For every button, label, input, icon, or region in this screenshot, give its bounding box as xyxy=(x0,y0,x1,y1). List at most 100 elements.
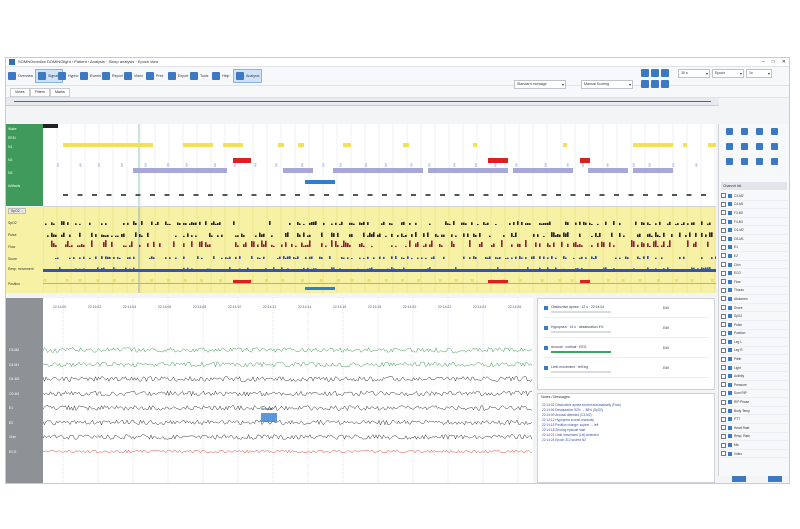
hypnogram-panel[interactable] xyxy=(43,124,716,207)
channel-checkbox[interactable] xyxy=(721,219,726,225)
search-icon[interactable] xyxy=(756,143,763,150)
channel-checkbox[interactable] xyxy=(721,399,726,405)
channel-list-item[interactable]: Sum RIP xyxy=(721,390,787,399)
channel-checkbox[interactable] xyxy=(721,201,726,207)
channel-checkbox[interactable] xyxy=(721,365,726,371)
channel-checkbox[interactable] xyxy=(721,244,726,250)
channel-list-item[interactable]: Mic xyxy=(721,441,787,450)
channel-list-item[interactable]: Abdomen xyxy=(721,295,787,304)
channel-checkbox[interactable] xyxy=(721,373,726,379)
channel-list-item[interactable]: C4-M1 xyxy=(721,201,787,210)
channel-list-item[interactable]: Resp. Rate xyxy=(721,433,787,442)
zoom-in-icon[interactable] xyxy=(641,80,649,88)
arrow-left-icon[interactable] xyxy=(741,128,748,135)
eeg-signal-panel[interactable]: 22:14:00 22:14:02 22:14:04 22:14:06 22:14:08… xyxy=(43,298,533,483)
channel-checkbox[interactable] xyxy=(721,416,726,422)
channel-list-item[interactable]: Pleth xyxy=(721,355,787,364)
channel-list-item[interactable]: Heart Rate xyxy=(721,424,787,433)
expand-button[interactable] xyxy=(768,476,782,482)
channel-checkbox[interactable] xyxy=(721,270,726,276)
channel-list-item[interactable]: Snore xyxy=(721,304,787,313)
channel-checkbox[interactable] xyxy=(721,390,726,396)
nav-prev-icon[interactable] xyxy=(651,69,659,77)
signal-selector-button[interactable]: SpO2 ... xyxy=(8,208,27,214)
scoring-dropdown[interactable]: Manual Scoring xyxy=(581,80,633,89)
channel-checkbox[interactable] xyxy=(721,193,726,199)
channel-checkbox[interactable] xyxy=(721,347,726,353)
channel-checkbox[interactable] xyxy=(721,279,726,285)
channel-checkbox[interactable] xyxy=(721,339,726,345)
toolbar-tools-button[interactable]: Tools xyxy=(190,70,208,82)
channel-list-item[interactable]: Marker xyxy=(721,458,787,460)
channel-list-item[interactable]: F3-M2 xyxy=(721,209,787,218)
export-icon[interactable] xyxy=(756,158,763,165)
marker-icon[interactable] xyxy=(726,158,733,165)
tab-views[interactable]: Views xyxy=(10,88,30,97)
arrow-down-icon[interactable] xyxy=(771,128,778,135)
channel-list-item[interactable]: Body Temp xyxy=(721,407,787,416)
zoom-in-icon[interactable] xyxy=(726,143,733,150)
message-line[interactable]: 22:14:24 Epoch 312 scored N2 xyxy=(542,438,710,443)
event-row[interactable]: Limb movement · left leg Edit xyxy=(543,363,709,378)
apply-button[interactable] xyxy=(732,476,746,482)
channel-list-item[interactable]: E1 xyxy=(721,244,787,253)
channel-checkbox[interactable] xyxy=(721,287,726,293)
montage-dropdown[interactable]: Standard montage xyxy=(514,80,566,89)
fit-icon[interactable] xyxy=(661,80,669,88)
channel-checkbox[interactable] xyxy=(721,313,726,319)
channel-list-item[interactable]: SpO2 xyxy=(721,312,787,321)
channel-checkbox[interactable] xyxy=(721,262,726,268)
toolbar-report-button[interactable]: Report xyxy=(102,70,123,82)
zoom-out-icon[interactable] xyxy=(651,80,659,88)
channel-list-item[interactable]: RIP Phase xyxy=(721,398,787,407)
event-edit-button[interactable]: Edit xyxy=(663,326,669,330)
maximize-button[interactable]: □ xyxy=(772,59,775,65)
channel-list-item[interactable]: Flow xyxy=(721,278,787,287)
channel-checkbox[interactable] xyxy=(721,296,726,302)
channel-list-item[interactable]: Leg R xyxy=(721,347,787,356)
channel-list-item[interactable]: E2 xyxy=(721,252,787,261)
channel-list[interactable]: C3-M2 C4-M1 F3-M2 F4-M1 O1-M2 O2-M1 E1 E2 Chin EC… xyxy=(721,192,787,460)
toolbar-overview-button[interactable]: Overview xyxy=(8,70,33,82)
toolbar-help-button[interactable]: Help xyxy=(212,70,229,82)
channel-list-item[interactable]: Light xyxy=(721,364,787,373)
toolbar-hypno-button[interactable]: Hypno xyxy=(58,70,78,82)
event-edit-button[interactable]: Edit xyxy=(663,366,669,370)
event-edit-button[interactable]: Edit xyxy=(663,346,669,350)
channel-checkbox[interactable] xyxy=(721,210,726,216)
channel-list-item[interactable]: Activity xyxy=(721,372,787,382)
view-mode-field[interactable]: Epoch xyxy=(712,69,744,78)
nav-first-icon[interactable] xyxy=(641,69,649,77)
time-ruler[interactable] xyxy=(6,98,719,106)
toolbar-events-button[interactable]: Events xyxy=(80,70,101,82)
channel-list-item[interactable]: O2-M1 xyxy=(721,235,787,244)
print-icon[interactable] xyxy=(741,158,748,165)
toolbar-analysis-button[interactable]: Analysis xyxy=(232,69,263,83)
event-edit-button[interactable]: Edit xyxy=(663,306,669,310)
toolbar-export-button[interactable]: Export xyxy=(168,70,188,82)
channel-list-item[interactable]: C3-M2 xyxy=(721,192,787,201)
channel-list-item[interactable]: ECG xyxy=(721,269,787,278)
channel-checkbox[interactable] xyxy=(721,408,726,414)
channel-list-item[interactable]: Position xyxy=(721,330,787,339)
channel-checkbox[interactable] xyxy=(721,382,726,388)
epoch-length-field[interactable]: 30 s xyxy=(678,69,710,78)
arrow-up-icon[interactable] xyxy=(726,128,733,135)
zoom-out-icon[interactable] xyxy=(741,143,748,150)
channel-list-item[interactable]: Pulse xyxy=(721,321,787,330)
channel-checkbox[interactable] xyxy=(721,330,726,336)
channel-checkbox[interactable] xyxy=(721,305,726,311)
event-row[interactable]: Arousal · cortical · EEG Edit xyxy=(543,343,709,358)
channel-list-item[interactable]: Pressure xyxy=(721,381,787,390)
event-row[interactable]: Obstructive apnea · 12 s · 22:14:04 Edit xyxy=(543,303,709,318)
speed-field[interactable]: 1x xyxy=(746,69,772,78)
channel-checkbox[interactable] xyxy=(721,442,726,448)
channel-checkbox[interactable] xyxy=(721,236,726,242)
toolbar-video-button[interactable]: Video xyxy=(124,70,143,82)
channel-list-item[interactable]: Video xyxy=(721,450,787,459)
toolbar-print-button[interactable]: Print xyxy=(146,70,163,82)
channel-checkbox[interactable] xyxy=(721,322,726,328)
channel-checkbox[interactable] xyxy=(721,356,726,362)
channel-list-item[interactable]: F4-M1 xyxy=(721,218,787,227)
settings-icon[interactable] xyxy=(771,143,778,150)
